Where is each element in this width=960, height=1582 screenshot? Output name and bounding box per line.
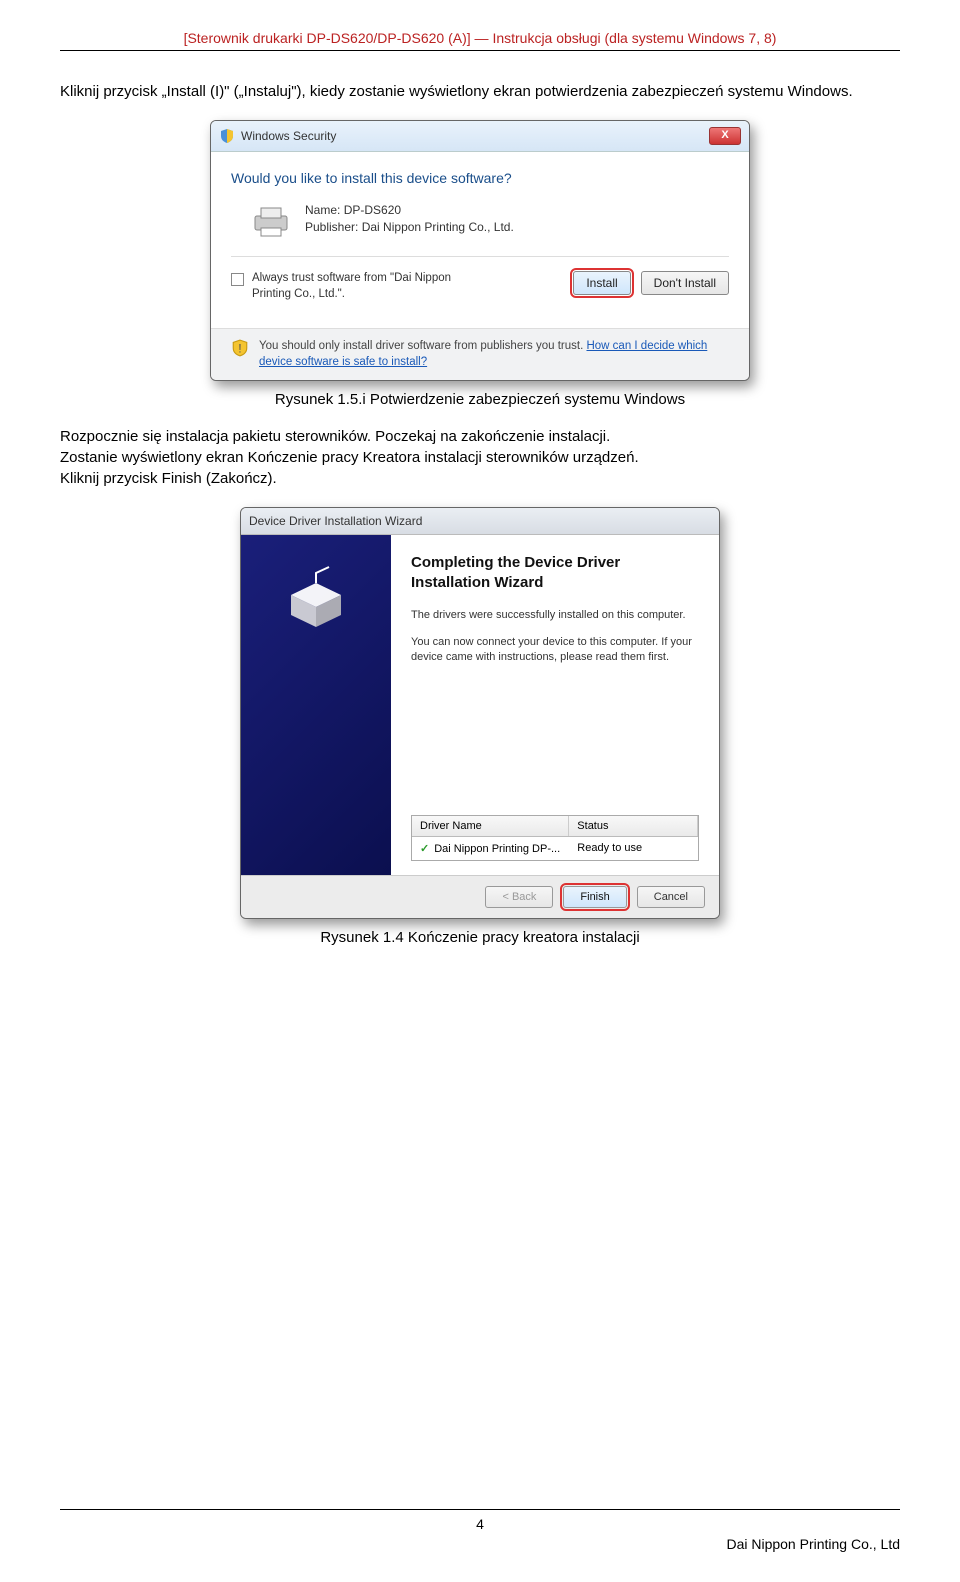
wizard-box-icon: [281, 565, 351, 635]
screenshot-windows-security: Windows Security X Would you like to ins…: [210, 120, 750, 381]
paragraph-1: Kliknij przycisk „Install (I)" („Instalu…: [60, 81, 900, 102]
wizard-line-1: The drivers were successfully installed …: [411, 608, 699, 623]
dialog-title: Windows Security: [241, 129, 703, 143]
wizard-line-2: You can now connect your device to this …: [411, 635, 699, 665]
caption-2: Rysunek 1.4 Kończenie pracy kreatora ins…: [60, 929, 900, 946]
company-name: Dai Nippon Printing Co., Ltd: [60, 1536, 900, 1552]
check-icon: ✓: [420, 842, 429, 855]
cancel-button[interactable]: Cancel: [637, 886, 705, 908]
back-button[interactable]: < Back: [485, 886, 553, 908]
table-header-driver: Driver Name: [412, 816, 569, 836]
dont-install-button[interactable]: Don't Install: [641, 271, 729, 295]
page-footer: 4 Dai Nippon Printing Co., Ltd: [60, 1509, 900, 1552]
driver-table: Driver Name Status ✓ Dai Nippon Printing …: [411, 815, 699, 861]
shield-warning-icon: !: [231, 339, 249, 357]
printer-icon: [251, 202, 291, 238]
driver-status-cell: Ready to use: [569, 837, 698, 860]
caption-1: Rysunek 1.5.i Potwierdzenie zabezpieczeń…: [60, 391, 900, 408]
finish-button[interactable]: Finish: [563, 886, 626, 908]
dialog-question: Would you like to install this device so…: [231, 170, 729, 186]
table-row: ✓ Dai Nippon Printing DP-... Ready to use: [412, 837, 698, 860]
name-label: Name:: [305, 203, 340, 217]
page-number: 4: [60, 1516, 900, 1532]
always-trust-checkbox[interactable]: [231, 273, 244, 286]
publisher-value: Dai Nippon Printing Co., Ltd.: [362, 220, 514, 234]
always-trust-label: Always trust software from "Dai Nippon P…: [252, 271, 482, 302]
wizard-sidebar: [241, 535, 391, 875]
publisher-label: Publisher:: [305, 220, 358, 234]
shield-icon: [219, 128, 235, 144]
close-button[interactable]: X: [709, 127, 741, 145]
paragraph-2: Rozpocznie się instalacja pakietu sterow…: [60, 426, 900, 489]
driver-name-cell: Dai Nippon Printing DP-...: [434, 843, 560, 855]
svg-text:!: !: [238, 342, 241, 356]
dialog-titlebar: Windows Security X: [211, 121, 749, 152]
install-button[interactable]: Install: [573, 271, 630, 295]
device-info: Name: DP-DS620 Publisher: Dai Nippon Pri…: [251, 202, 729, 238]
wizard-heading: Completing the Device Driver Installatio…: [411, 553, 699, 592]
page-header: [Sterownik drukarki DP-DS620/DP-DS620 (A…: [60, 30, 900, 51]
screenshot-driver-wizard: Device Driver Installation Wizard Comple…: [240, 507, 720, 919]
footer-warning-text: You should only install driver software …: [259, 340, 586, 352]
wizard-titlebar: Device Driver Installation Wizard: [241, 508, 719, 535]
table-header-status: Status: [569, 816, 698, 836]
name-value: DP-DS620: [344, 203, 401, 217]
